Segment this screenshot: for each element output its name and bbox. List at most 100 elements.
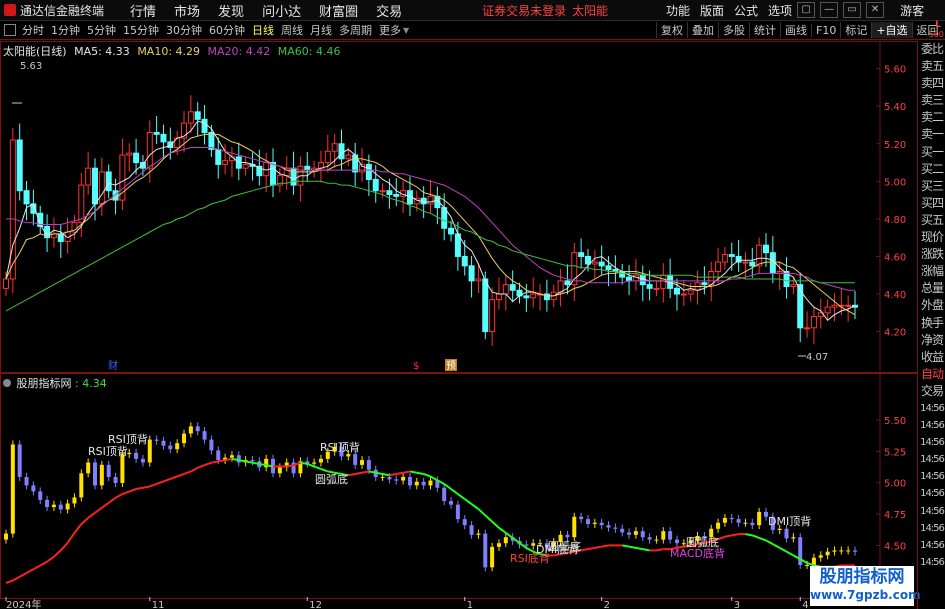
menu-market[interactable]: 市场 <box>174 1 200 20</box>
window-maximize-icon[interactable]: ▭ <box>843 2 862 18</box>
menu-discover[interactable]: 发现 <box>218 1 244 20</box>
menu-functions[interactable]: 功能 <box>666 2 690 19</box>
sidebar-item-11[interactable]: 现价 <box>918 229 945 246</box>
tab-15min[interactable]: 15分钟 <box>122 22 160 38</box>
sidebar-item-29[interactable]: 14:56 <box>918 537 945 554</box>
indicator-line-segment <box>231 457 239 462</box>
statistics-button[interactable]: 统计 <box>749 22 780 38</box>
indicator-line-segment <box>450 488 459 495</box>
sidebar-item-21[interactable]: 14:56 <box>918 400 945 417</box>
tab-60min[interactable]: 60分钟 <box>208 22 246 38</box>
tab-1min[interactable]: 1分钟 <box>50 22 81 38</box>
draw-line-button[interactable]: 画线 <box>780 22 811 38</box>
candlestick-chart[interactable]: 5.60 5.40 5.20 5.00 4.80 4.60 4.40 4.20 5.63 4.… <box>0 41 916 371</box>
sidebar-item-23[interactable]: 14:56 <box>918 434 945 451</box>
date-tick-label: 2024年 <box>6 598 41 609</box>
sidebar-item-0[interactable]: 委比 <box>918 41 945 58</box>
tab-30min[interactable]: 30分钟 <box>165 22 203 38</box>
login-status[interactable]: 证券交易未登录 <box>482 2 566 19</box>
f10-button[interactable]: F10 <box>811 23 840 37</box>
tab-multi-period[interactable]: 多周期 <box>338 22 373 38</box>
indicator-line-segment <box>622 544 630 548</box>
indicator-line-segment <box>26 568 34 574</box>
sidebar-item-15[interactable]: 外盘 <box>918 297 945 314</box>
more-dropdown-icon[interactable]: ▼ <box>403 26 409 35</box>
sidebar-item-26[interactable]: 14:56 <box>918 485 945 502</box>
adjust-button[interactable]: 复权 <box>656 22 687 38</box>
sidebar-item-1[interactable]: 卖五 <box>918 58 945 75</box>
indicator-chart[interactable]: 5.505.255.004.754.504.25 RSI顶背 RSI顶背 RSI… <box>0 373 916 597</box>
indicator-line-segment <box>470 503 480 510</box>
indicator-line-segment <box>286 464 294 468</box>
candle-body <box>270 162 277 186</box>
candle-body <box>543 293 550 301</box>
tab-monthly[interactable]: 月线 <box>309 22 333 38</box>
sidebar-item-19[interactable]: 自动 <box>918 366 945 383</box>
candle-body <box>502 284 509 295</box>
indicator-line-segment <box>402 470 411 474</box>
indicator-line-segment <box>642 548 650 552</box>
menu-wealth-circle[interactable]: 财富圈 <box>319 1 358 20</box>
dividend-event-marker[interactable]: $ <box>413 361 419 371</box>
indicator-line-segment <box>108 496 117 504</box>
sidebar-item-9[interactable]: 买四 <box>918 195 945 212</box>
tab-weekly[interactable]: 周线 <box>280 22 304 38</box>
sidebar-item-2[interactable]: 卖四 <box>918 75 945 92</box>
indicator-line-segment <box>491 520 500 529</box>
indicator-line-segment <box>772 543 781 549</box>
sidebar-item-17[interactable]: 净资 <box>918 332 945 349</box>
date-tick-label: 3 <box>734 600 740 609</box>
date-tick-label: 2 <box>604 600 610 609</box>
sidebar-item-3[interactable]: 卖三 <box>918 92 945 109</box>
sidebar-item-10[interactable]: 买五 <box>918 212 945 229</box>
tab-more[interactable]: 更多 <box>378 22 402 38</box>
sidebar-item-22[interactable]: 14:56 <box>918 417 945 434</box>
menu-formula[interactable]: 公式 <box>734 2 758 19</box>
tab-intraday[interactable]: 分时 <box>21 22 45 38</box>
indicator-line-segment <box>259 462 267 467</box>
candle-body <box>393 193 400 197</box>
sidebar-item-25[interactable]: 14:56 <box>918 468 945 485</box>
menu-options[interactable]: 选项 <box>768 2 792 19</box>
overlay-button[interactable]: 叠加 <box>687 22 718 38</box>
indicator-line-segment <box>368 470 376 474</box>
tab-5min[interactable]: 5分钟 <box>86 22 117 38</box>
sidebar-item-12[interactable]: 涨跌 <box>918 246 945 263</box>
mark-button[interactable]: 标记 <box>840 22 871 38</box>
window-restore-icon[interactable]: ▢ <box>797 2 816 18</box>
sidebar-item-28[interactable]: 14:56 <box>918 520 945 537</box>
menu-quotes[interactable]: 行情 <box>130 1 156 20</box>
tab-daily[interactable]: 日线 <box>251 22 275 38</box>
sidebar-item-18[interactable]: 收益 <box>918 349 945 366</box>
sidebar-item-30[interactable]: 14:56 <box>918 554 945 571</box>
sidebar-item-7[interactable]: 买二 <box>918 161 945 178</box>
sidebar-item-13[interactable]: 涨幅 <box>918 263 945 280</box>
indicator-line-segment <box>115 493 123 499</box>
sidebar-item-24[interactable]: 14:56 <box>918 451 945 468</box>
finance-event-marker[interactable]: 财 <box>108 359 118 371</box>
sidebar-item-5[interactable]: 卖一 <box>918 126 945 143</box>
sidebar-item-27[interactable]: 14:56 <box>918 503 945 520</box>
menu-ask-xiaoda[interactable]: 问小达 <box>262 1 301 20</box>
forecast-event-marker[interactable]: 预 <box>446 360 456 371</box>
menu-layout[interactable]: 版面 <box>700 2 724 19</box>
candle-body <box>749 261 756 267</box>
menu-trade[interactable]: 交易 <box>376 1 402 20</box>
multi-stock-button[interactable]: 多股 <box>718 22 749 38</box>
sidebar-item-8[interactable]: 买三 <box>918 178 945 195</box>
add-watchlist-button[interactable]: +自选 <box>871 22 912 38</box>
guest-label[interactable]: 游客 <box>900 2 924 19</box>
sidebar-item-6[interactable]: 买一 <box>918 144 945 161</box>
sidebar-item-16[interactable]: 换手 <box>918 315 945 332</box>
sidebar-item-20[interactable]: 交易 <box>918 383 945 400</box>
window-close-icon[interactable]: ✕ <box>866 2 885 18</box>
toggle-panel-icon[interactable] <box>4 24 16 36</box>
indicator-line-segment <box>751 534 760 539</box>
indicator-line-segment <box>53 549 62 558</box>
window-minimize-icon[interactable]: — <box>820 2 839 18</box>
sidebar-item-14[interactable]: 总量 <box>918 280 945 297</box>
indicator-line-segment <box>156 480 164 485</box>
app-logo[interactable]: 通达信金融终端 <box>4 2 104 19</box>
candle-body <box>626 276 633 282</box>
sidebar-item-4[interactable]: 卖二 <box>918 109 945 126</box>
